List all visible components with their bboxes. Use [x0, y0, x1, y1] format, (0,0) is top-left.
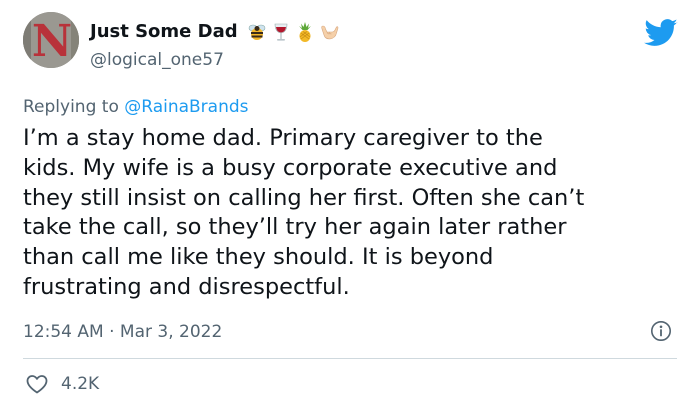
author-handle[interactable]: @logical_one57 [90, 49, 224, 71]
wine-glass-emoji-icon [270, 21, 292, 43]
tweet-text: I’m a stay home dad. Primary caregiver t… [23, 124, 688, 303]
avatar-image: N [23, 12, 79, 68]
call-me-hand-emoji-icon [318, 21, 340, 43]
pineapple-emoji-icon [294, 21, 316, 43]
name-emojis [246, 21, 340, 43]
replying-to-label: Replying to [23, 97, 119, 117]
like-count: 4.2K [61, 374, 100, 394]
tweet-text-line: kids. My wife is a busy corporate execut… [23, 154, 558, 181]
twitter-bird-icon[interactable] [644, 18, 678, 48]
author-name-row: Just Some Dad [90, 21, 340, 43]
divider [23, 358, 677, 359]
avatar[interactable]: N [23, 12, 79, 68]
replying-to-mention[interactable]: @RainaBrands [124, 97, 248, 117]
tweet-timestamp[interactable]: 12:54 AM · Mar 3, 2022 [23, 321, 222, 343]
author-display-name[interactable]: Just Some Dad [90, 21, 238, 43]
tweet-text-line: frustrating and disrespectful. [23, 273, 350, 300]
heart-icon[interactable] [25, 372, 49, 396]
like-action[interactable]: 4.2K [25, 372, 99, 396]
tweet-text-line: than call me like they should. It is bey… [23, 244, 494, 271]
replying-to: Replying to @RainaBrands [23, 96, 249, 118]
tweet-text-line: I’m a stay home dad. Primary caregiver t… [23, 125, 543, 151]
bee-emoji-icon [246, 21, 268, 43]
avatar-letter: N [32, 16, 72, 67]
tweet-text-line: they still insist on calling her first. … [23, 184, 585, 211]
tweet-text-line: take the call, so they’ll try her again … [23, 214, 567, 241]
info-icon[interactable] [650, 320, 672, 342]
